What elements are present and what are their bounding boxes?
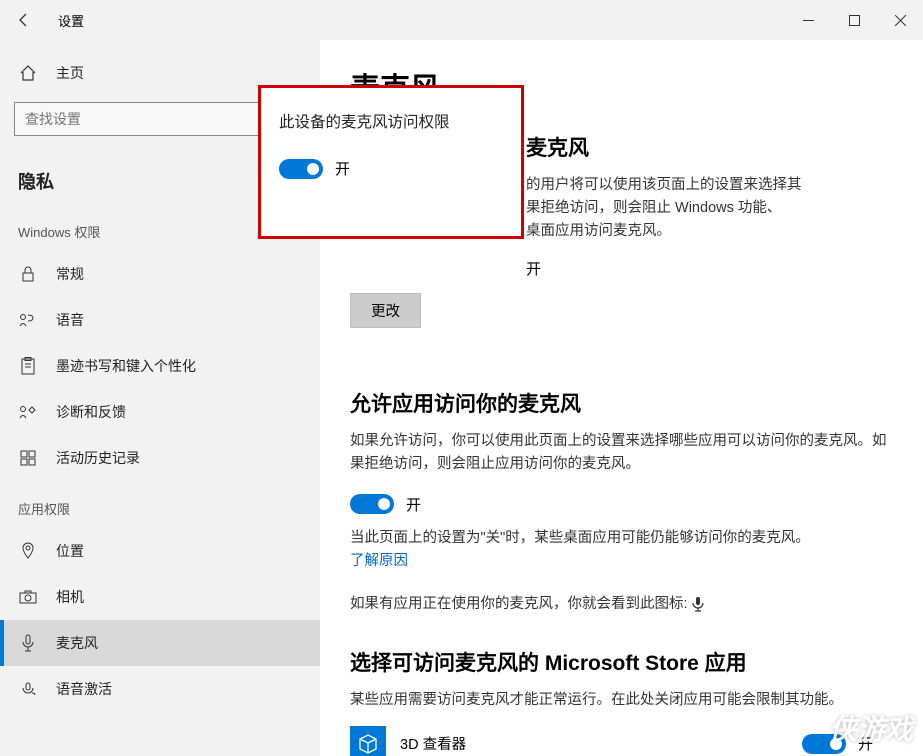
nav-label: 常规: [56, 264, 84, 284]
feedback-icon: [18, 402, 38, 422]
toggle-label: 开: [406, 494, 421, 515]
toggle-label: 开: [858, 733, 873, 754]
timeline-icon: [18, 448, 38, 468]
maximize-button[interactable]: [831, 0, 877, 40]
app-access-toggle[interactable]: 开: [350, 494, 421, 515]
sidebar-item-diagnostics[interactable]: 诊断和反馈: [0, 389, 320, 435]
mic-in-use-note: 如果有应用正在使用你的麦克风，你就会看到此图标:: [350, 593, 893, 616]
change-button[interactable]: 更改: [350, 293, 421, 328]
camera-icon: [18, 587, 38, 607]
section2-note: 当此页面上的设置为"关"时，某些桌面应用可能仍能够访问你的麦克风。 了解原因: [350, 527, 893, 573]
nav-label: 诊断和反馈: [56, 402, 126, 422]
sidebar-item-general[interactable]: 常规: [0, 251, 320, 297]
arrow-left-icon: [16, 12, 32, 28]
sidebar-item-location[interactable]: 位置: [0, 528, 320, 574]
back-button[interactable]: [0, 0, 48, 40]
speech-icon: [18, 310, 38, 330]
app-name: 3D 查看器: [400, 733, 802, 754]
nav-label: 位置: [56, 541, 84, 561]
clipboard-icon: [18, 356, 38, 376]
nav-label: 麦克风: [56, 633, 98, 653]
nav-label: 语音激活: [56, 679, 112, 699]
location-icon: [18, 541, 38, 561]
window-title: 设置: [58, 11, 84, 30]
lock-icon: [18, 264, 38, 284]
search-input[interactable]: [25, 111, 279, 127]
section2-desc: 如果允许访问，你可以使用此页面上的设置来选择哪些应用可以访问你的麦克风。如果拒绝…: [350, 430, 893, 476]
section1-desc-partial: 的用户将可以使用该页面上的设置来选择其 果拒绝访问，则会阻止 Windows 功…: [526, 174, 893, 244]
sidebar-item-microphone[interactable]: 麦克风: [0, 620, 320, 666]
microphone-icon: [18, 633, 38, 653]
sidebar-item-speech[interactable]: 语音: [0, 297, 320, 343]
section2-title: 允许应用访问你的麦克风: [350, 388, 893, 418]
home-icon: [18, 63, 38, 83]
section-app-perms: 应用权限: [0, 481, 320, 528]
callout-highlight: 此设备的麦克风访问权限 开: [258, 85, 524, 239]
nav-label: 活动历史记录: [56, 448, 140, 468]
toggle-label: 开: [335, 158, 350, 179]
nav-label: 相机: [56, 587, 84, 607]
nav-label: 墨迹书写和键入个性化: [56, 356, 196, 376]
minimize-button[interactable]: [785, 0, 831, 40]
microphone-icon: [692, 596, 704, 612]
sidebar-item-camera[interactable]: 相机: [0, 574, 320, 620]
titlebar: 设置: [0, 0, 923, 40]
app-row: 3D 查看器 开: [350, 726, 893, 756]
section3-desc: 某些应用需要访问麦克风才能正常运行。在此处关闭应用可能会限制其功能。: [350, 689, 893, 712]
callout-title: 此设备的麦克风访问权限: [279, 110, 503, 132]
app-cube-icon: [350, 726, 386, 756]
sidebar-item-activity[interactable]: 活动历史记录: [0, 435, 320, 481]
close-button[interactable]: [877, 0, 923, 40]
device-mic-toggle[interactable]: 开: [279, 158, 350, 179]
learn-why-link[interactable]: 了解原因: [350, 553, 408, 569]
section3-title: 选择可访问麦克风的 Microsoft Store 应用: [350, 647, 893, 677]
sidebar-item-inking[interactable]: 墨迹书写和键入个性化: [0, 343, 320, 389]
window-controls: [785, 0, 923, 40]
app-toggle[interactable]: 开: [802, 733, 873, 754]
section1-title-partial: 麦克风: [526, 132, 893, 162]
nav-label: 语音: [56, 310, 84, 330]
voice-activation-icon: [18, 679, 38, 699]
nav-label: 主页: [56, 63, 84, 83]
device-mic-status: 开: [526, 258, 893, 279]
sidebar-item-voice-activation[interactable]: 语音激活: [0, 666, 320, 712]
